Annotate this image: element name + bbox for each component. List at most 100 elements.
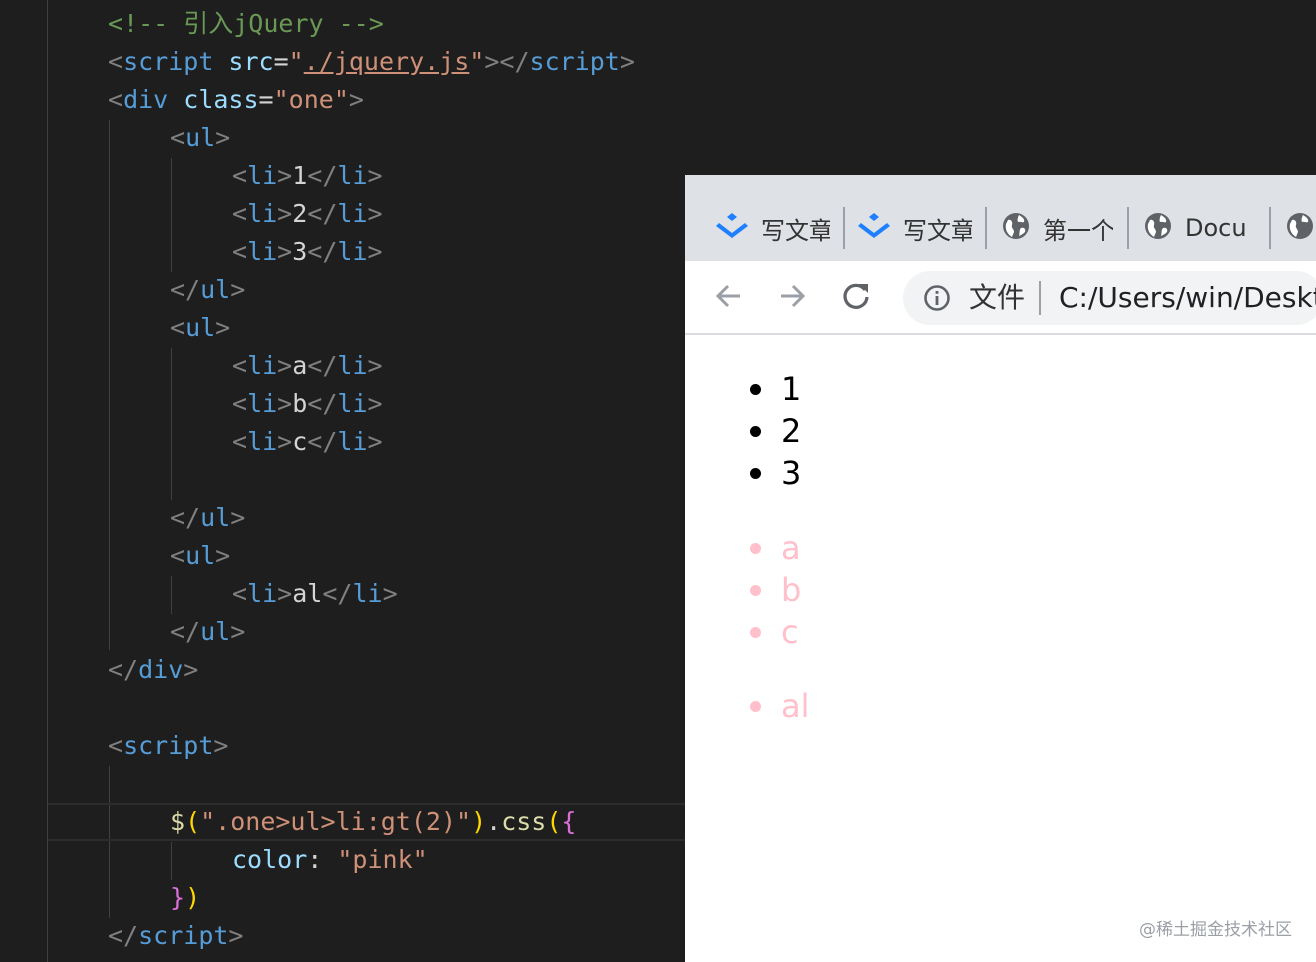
tag-name: li xyxy=(247,389,278,418)
tab-docu[interactable]: Docu xyxy=(1143,205,1255,251)
tag-bracket: > xyxy=(367,389,383,418)
code-line-ul-close: </ul> xyxy=(170,613,245,651)
tag-bracket: > xyxy=(367,351,383,380)
tag-bracket: < xyxy=(232,199,248,228)
code-line-li: <li>c</li> xyxy=(232,423,383,461)
tag-bracket: > xyxy=(228,921,244,950)
paren: ) xyxy=(471,807,487,836)
tab-divider xyxy=(1269,207,1271,249)
tag-bracket: < xyxy=(108,47,124,76)
code-line-css-prop: color: "pink" xyxy=(232,841,428,879)
tag-bracket: </ xyxy=(499,47,530,76)
attr-eq: = xyxy=(258,85,274,114)
code-line-call-close: }) xyxy=(170,879,200,917)
tag-bracket: </ xyxy=(108,921,139,950)
tag-bracket: > xyxy=(277,161,293,190)
tab-write-article-2[interactable]: 写文章 xyxy=(857,205,972,251)
tab-first[interactable]: 第一个 xyxy=(1001,205,1113,251)
tag-bracket: </ xyxy=(170,617,201,646)
tag-name: script xyxy=(123,731,214,760)
scheme-label: 文件 xyxy=(969,281,1026,314)
paren: ( xyxy=(185,807,201,836)
tag-bracket: < xyxy=(232,579,248,608)
code-line-ul-open: <ul> xyxy=(170,309,230,347)
tag-bracket: > xyxy=(230,503,246,532)
tab-divider xyxy=(985,207,987,249)
src-link[interactable]: ./jquery.js xyxy=(304,47,470,76)
tag-bracket: </ xyxy=(170,503,201,532)
indent-guide xyxy=(171,158,172,272)
tag-bracket: < xyxy=(232,161,248,190)
code-line-ul-close: </ul> xyxy=(170,499,245,537)
brace: { xyxy=(561,807,577,836)
tag-name: ul xyxy=(200,503,231,532)
tag-bracket: > xyxy=(213,731,229,760)
tab-write-article-1[interactable]: 写文章 xyxy=(715,205,830,251)
tag-name: ul xyxy=(200,275,231,304)
attr-name: src xyxy=(213,47,274,76)
arrow-right-icon xyxy=(776,280,808,316)
globe-icon xyxy=(1285,211,1315,245)
list-item-text: b xyxy=(781,571,802,609)
quote: " xyxy=(288,47,304,76)
reload-button[interactable] xyxy=(833,275,879,321)
tag-bracket: > xyxy=(277,579,293,608)
tag-bracket: > xyxy=(277,389,293,418)
code-line-script-src: <script src="./jquery.js"></script> xyxy=(108,43,635,81)
watermark: @稀土掘金技术社区 xyxy=(1139,920,1292,940)
attr-name: class xyxy=(168,85,259,114)
tag-bracket: </ xyxy=(307,389,338,418)
list-item-text: 1 xyxy=(781,370,802,408)
tag-bracket: > xyxy=(367,199,383,228)
list-item: a xyxy=(750,528,801,568)
tag-name: li xyxy=(337,351,368,380)
tag-bracket: > xyxy=(183,655,199,684)
tab-label: 写文章 xyxy=(761,216,830,245)
tag-bracket: > xyxy=(348,85,364,114)
tag-name: div xyxy=(138,655,184,684)
quote: " xyxy=(273,85,289,114)
li-text: 2 xyxy=(292,199,308,228)
back-button[interactable] xyxy=(706,275,752,321)
attr-value: one xyxy=(288,85,334,114)
bullet xyxy=(750,542,761,554)
info-icon[interactable] xyxy=(923,284,951,316)
bullet xyxy=(750,467,761,479)
code-line-ul-open: <ul> xyxy=(170,119,230,157)
bullet xyxy=(750,626,761,638)
reload-icon xyxy=(840,280,872,316)
tab-partial[interactable] xyxy=(1285,205,1316,251)
page-content: 1 2 3 a b c al xyxy=(685,335,1316,962)
li-text: 3 xyxy=(292,237,308,266)
tag-name: li xyxy=(337,161,368,190)
list-item: b xyxy=(750,570,801,610)
tag-bracket: < xyxy=(170,541,186,570)
tag-bracket: > xyxy=(277,199,293,228)
list-item: al xyxy=(750,686,810,726)
code-line-li: <li>a</li> xyxy=(232,347,383,385)
tag-name: li xyxy=(247,237,278,266)
address-bar[interactable]: 文件 C:/Users/win/Deskt xyxy=(903,271,1316,325)
url-text[interactable]: C:/Users/win/Deskt xyxy=(1059,271,1316,325)
tag-bracket: </ xyxy=(307,161,338,190)
tab-label: 写文章 xyxy=(903,216,972,245)
tag-bracket: </ xyxy=(307,351,338,380)
tag-name: li xyxy=(337,427,368,456)
indent-guide xyxy=(171,576,172,614)
tag-name: script xyxy=(123,47,214,76)
tag-bracket: < xyxy=(232,351,248,380)
li-text: a xyxy=(292,351,308,380)
tab-divider xyxy=(843,207,845,249)
code-line-div-open: <div class="one"> xyxy=(108,81,364,119)
tag-bracket: < xyxy=(232,389,248,418)
forward-button[interactable] xyxy=(769,275,815,321)
dot: . xyxy=(486,807,502,836)
tab-bar: 写文章 写文章 第一个 Docu xyxy=(685,175,1316,261)
tag-bracket: > xyxy=(277,427,293,456)
css-prop-name: color xyxy=(232,845,308,874)
tag-bracket: </ xyxy=(170,275,201,304)
li-text: c xyxy=(292,427,308,456)
tag-bracket: > xyxy=(230,275,246,304)
bullet xyxy=(750,383,761,395)
code-line-ul-open: <ul> xyxy=(170,537,230,575)
